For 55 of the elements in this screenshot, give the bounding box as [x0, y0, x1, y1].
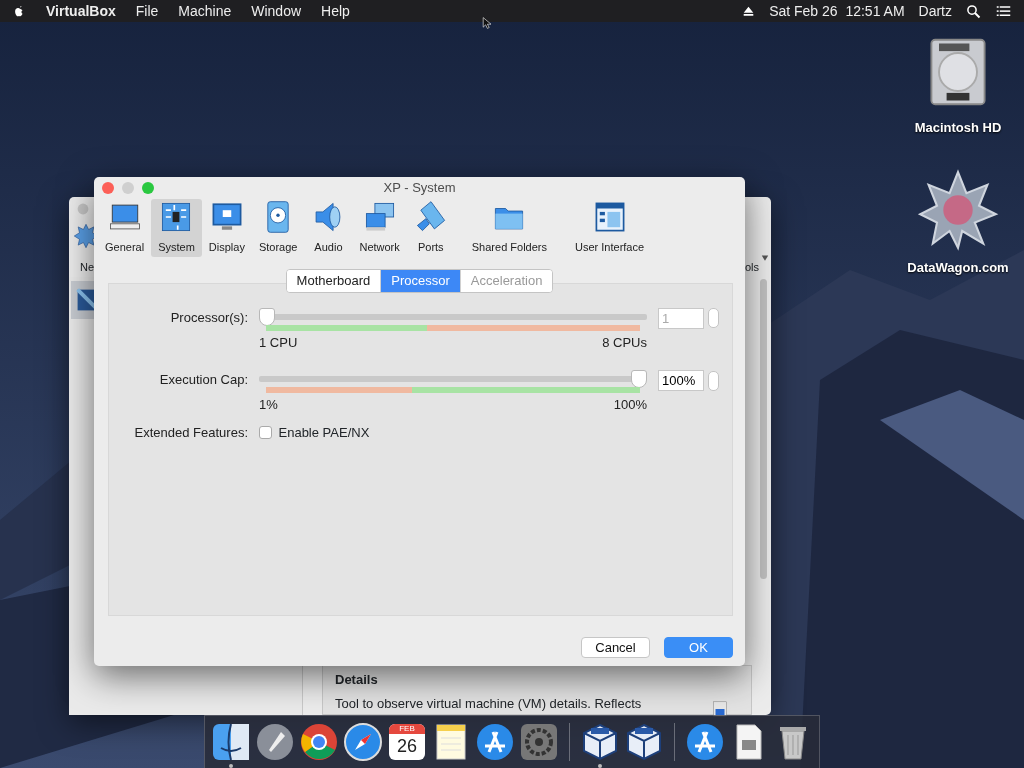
dialog-button[interactable]: Cancel [581, 636, 650, 658]
scrollbar[interactable] [760, 279, 767, 579]
slider-thumb[interactable] [631, 370, 648, 388]
details-text: Tool to observe virtual machine (VM) details. Reflects [335, 694, 642, 713]
field-label: Processor(s): [169, 308, 248, 327]
cube-icon[interactable] [624, 722, 664, 762]
dropdown-arrow-icon [761, 254, 769, 262]
rocket-icon[interactable] [255, 722, 295, 762]
category-tab[interactable]: Storage [251, 199, 305, 257]
category-tab[interactable]: Ports [406, 199, 455, 257]
slider[interactable] [259, 370, 647, 388]
field-label: Extended Features: [133, 423, 248, 442]
category-tab[interactable]: Network [352, 199, 407, 257]
compass-icon[interactable] [343, 722, 383, 762]
category-tab[interactable]: Shared Folders [464, 199, 554, 257]
desktop-icon-label[interactable]: Macintosh HD [914, 118, 1002, 138]
cube-icon[interactable] [580, 722, 620, 762]
scale-label: 100% [613, 396, 647, 414]
field-label: Execution Cap: [158, 371, 248, 389]
calendar-month: FEB [389, 724, 425, 734]
scale-label: 8 CPUs [602, 333, 647, 352]
calendar-day: 26 [397, 734, 417, 758]
toolbar-label[interactable]: ols [745, 259, 760, 276]
checkbox-option[interactable]: Enable PAE/NX [259, 422, 647, 442]
search-icon[interactable] [966, 3, 981, 19]
eject-icon[interactable] [742, 5, 756, 17]
clock[interactable]: Sat Feb 26 12:51 AM [769, 0, 905, 22]
category-tab[interactable]: General [98, 199, 152, 257]
calendar-app-icon[interactable]: FEB 26 [389, 724, 425, 760]
slider[interactable] [259, 307, 647, 326]
menu-item[interactable]: Window [251, 0, 302, 22]
spin-field[interactable]: 100% [658, 370, 704, 391]
app-store-icon[interactable] [685, 722, 725, 762]
scale-label: 1 CPU [259, 333, 298, 352]
menu-item[interactable]: Help [321, 0, 350, 22]
mouse-cursor-icon [482, 14, 494, 32]
list-icon[interactable] [995, 3, 1012, 19]
details-title: Details [335, 671, 379, 689]
category-tab[interactable]: Display [201, 199, 252, 257]
close-button[interactable] [102, 182, 114, 194]
category-tab[interactable]: Audio [304, 199, 353, 257]
menu-item[interactable]: File [135, 0, 159, 22]
menu-item[interactable]: Machine [178, 0, 232, 22]
app-store-icon[interactable] [475, 722, 515, 762]
category-tab[interactable]: System [151, 199, 202, 257]
toolbar-label[interactable]: Ne [80, 259, 95, 276]
star-logo-icon [916, 168, 1000, 252]
user-name[interactable]: Dartz [918, 0, 952, 22]
desktop-icon-label[interactable]: DataWagon.com [907, 258, 1009, 278]
app-menu[interactable]: VirtualBox [46, 0, 116, 22]
window-title: XP - System [383, 179, 456, 198]
finder-face-icon[interactable] [211, 722, 251, 762]
chrome-icon[interactable] [299, 722, 339, 762]
category-tab[interactable]: User Interface [568, 199, 652, 257]
scale-label: 1% [259, 396, 278, 414]
